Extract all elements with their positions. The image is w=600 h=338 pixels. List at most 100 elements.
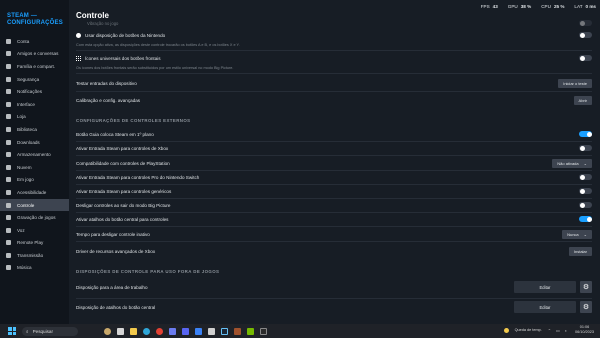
sidebar-item[interactable]: Transmissão xyxy=(0,249,69,262)
universal-icons-desc: Os ícones dos botões frontais serão subs… xyxy=(76,66,234,70)
divider xyxy=(76,73,592,74)
start-test-button[interactable]: Iniciar o teste xyxy=(558,79,592,88)
face-buttons-icon xyxy=(76,55,81,61)
guide-focus-toggle[interactable] xyxy=(579,131,592,137)
mail-icon[interactable] xyxy=(195,327,202,335)
tray-icons[interactable]: ⌃ ▭ ◖ xyxy=(548,328,569,333)
sidebar-item-label: Transmissão xyxy=(17,252,44,258)
xbox-input-row: Ativar Entrada Steam para controles de X… xyxy=(76,145,592,151)
sidebar-list: Conta Amigos e conversas Família e compart… xyxy=(0,35,69,274)
open-calibration-button[interactable]: Abrir xyxy=(573,96,592,105)
edge-icon[interactable] xyxy=(143,327,150,335)
sidebar-item[interactable]: Em jogo xyxy=(0,174,69,187)
record-icon xyxy=(6,215,11,221)
sidebar-item[interactable]: Notificações xyxy=(0,85,69,98)
fps-label: FPS xyxy=(480,4,490,9)
sidebar-item-label: Interface xyxy=(17,101,35,107)
store-icon xyxy=(6,114,11,120)
cloud-icon xyxy=(6,164,11,170)
nintendo-layout-row: Usar disposição de botões da Nintendo xyxy=(76,32,592,38)
clock[interactable]: 01:06 06/10/2023 xyxy=(575,325,594,335)
guide-focus-row: Botão Guia coloca Steam em 1º plano xyxy=(76,131,592,137)
sidebar-item-label: Acessibilidade xyxy=(17,189,47,195)
sidebar-item-label: Música xyxy=(17,265,32,271)
app-icon[interactable] xyxy=(208,327,215,335)
desktop-layout-gear-button[interactable]: ⚙ xyxy=(580,281,592,293)
sidebar-item[interactable]: Biblioteca xyxy=(0,123,69,136)
sidebar-item-label: Armazenamento xyxy=(17,152,51,158)
sidebar-item[interactable]: Loja xyxy=(0,111,69,124)
sidebar-item[interactable]: Nuvem xyxy=(0,161,69,174)
store-app-icon[interactable] xyxy=(169,327,176,335)
divider xyxy=(76,184,592,185)
sidebar-item[interactable]: Conta xyxy=(0,35,69,48)
steam-icon[interactable] xyxy=(221,327,228,335)
ingame-icon xyxy=(6,177,11,183)
sidebar-item-label: Loja xyxy=(17,114,26,120)
user-icon xyxy=(6,38,11,44)
broadcast-icon xyxy=(6,252,11,258)
sidebar-item[interactable]: Controle xyxy=(0,198,69,212)
edit-guide-layout-button[interactable]: Editar xyxy=(514,301,576,313)
non-game-layouts-heading: DISPOSIÇÕES DE CONTROLE PARA USO FORA DE… xyxy=(76,269,220,274)
sidebar-item-label: Nuvem xyxy=(17,164,32,170)
sidebar-item[interactable]: Segurança xyxy=(0,73,69,86)
switch-pro-toggle[interactable] xyxy=(579,174,592,180)
widget-icon[interactable] xyxy=(104,327,111,335)
terminal-icon[interactable] xyxy=(260,327,267,335)
sidebar-item[interactable]: Amigos e conversas xyxy=(0,48,69,61)
install-driver-button[interactable]: Instalar xyxy=(568,247,592,256)
edit-desktop-layout-button[interactable]: Editar xyxy=(514,281,576,293)
sidebar-item-label: Notificações xyxy=(17,89,43,95)
windows-start-icon[interactable] xyxy=(8,327,16,335)
idle-timeout-dropdown[interactable]: Nunca ⌄ xyxy=(562,230,592,239)
weather-status[interactable]: Queda de temp. xyxy=(515,328,542,332)
performance-overlay: FPS 43 GPU 38 % CPU 25 % LAT 0 ms xyxy=(481,4,596,9)
nvidia-icon[interactable] xyxy=(247,327,254,335)
disconnect-toggle[interactable] xyxy=(579,202,592,208)
universal-icons-row: Ícones universais dos botões frontais xyxy=(76,55,592,61)
library-icon xyxy=(6,126,11,132)
sidebar-item-label: Família e compart. xyxy=(17,63,56,69)
weather-icon xyxy=(503,327,509,333)
lat-label: LAT xyxy=(574,4,583,9)
guide-layout-gear-button[interactable]: ⚙ xyxy=(580,301,592,313)
main-panel: FPS 43 GPU 38 % CPU 25 % LAT 0 ms Controle V… xyxy=(69,0,600,324)
guide-shortcuts-toggle[interactable] xyxy=(579,216,592,222)
divider xyxy=(76,298,592,299)
game-icon[interactable] xyxy=(234,327,241,335)
divider xyxy=(76,50,592,51)
bell-icon xyxy=(6,89,11,95)
universal-icons-toggle[interactable] xyxy=(579,55,592,61)
page-title: Controle xyxy=(76,11,109,20)
sidebar-item[interactable]: Interface xyxy=(0,98,69,111)
taskbar-search[interactable]: ⌕ Pesquisar xyxy=(22,326,78,336)
xbox-input-toggle[interactable] xyxy=(579,145,592,151)
nintendo-layout-desc: Com esta opção ativa, as disposições des… xyxy=(76,43,240,47)
sidebar-item[interactable]: Família e compart. xyxy=(0,60,69,73)
file-explorer-icon[interactable] xyxy=(130,327,137,335)
sidebar-item[interactable]: Downloads xyxy=(0,136,69,149)
discord-icon[interactable] xyxy=(182,327,189,335)
generic-toggle[interactable] xyxy=(579,188,592,194)
sidebar-item[interactable]: Voz xyxy=(0,224,69,237)
vibration-toggle[interactable] xyxy=(579,20,592,26)
cpu-label: CPU xyxy=(541,4,551,9)
divider xyxy=(76,241,592,242)
chrome-icon[interactable] xyxy=(156,327,163,335)
nintendo-layout-toggle[interactable] xyxy=(579,32,592,38)
gear-icon: ⚙ xyxy=(582,284,590,291)
sidebar-item-label: Voz xyxy=(17,227,25,233)
task-view-icon[interactable] xyxy=(117,327,124,335)
sidebar-item[interactable]: Acessibilidade xyxy=(0,186,69,199)
sidebar-item[interactable]: Música xyxy=(0,262,69,275)
divider xyxy=(76,141,592,142)
playstation-dropdown[interactable]: Não ativada ⌄ xyxy=(552,159,592,168)
sidebar-item[interactable]: Gravação de jogos xyxy=(0,211,69,224)
sidebar-item[interactable]: Armazenamento xyxy=(0,148,69,161)
guide-layout-row: Disposição de atalhos do botão central xyxy=(76,305,156,310)
sidebar-item[interactable]: Remote Play xyxy=(0,237,69,250)
switch-pro-row: Ativar Entrada Steam para controles Pro … xyxy=(76,174,592,180)
remote-play-icon xyxy=(6,240,11,246)
guide-shortcuts-row: Ativar atalhos do botão central para con… xyxy=(76,216,592,222)
